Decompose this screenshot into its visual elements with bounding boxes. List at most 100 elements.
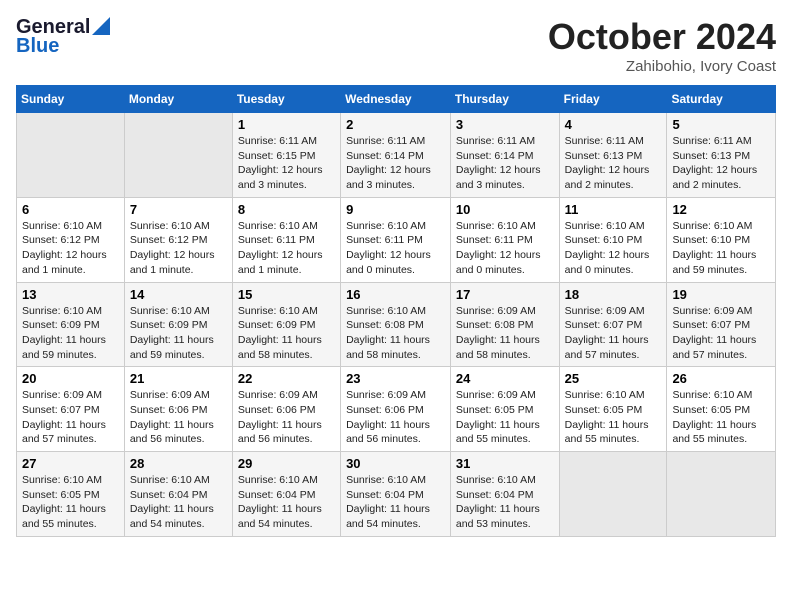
day-number: 27 — [22, 456, 119, 471]
day-number: 5 — [672, 117, 770, 132]
logo-wrapper: General Blue — [16, 16, 110, 58]
cell-content: Sunrise: 6:10 AM Sunset: 6:11 PM Dayligh… — [456, 219, 554, 278]
day-number: 7 — [130, 202, 227, 217]
calendar-cell: 23 Sunrise: 6:09 AM Sunset: 6:06 PM Dayli… — [341, 367, 451, 452]
week-row-2: 6Sunrise: 6:10 AM Sunset: 6:12 PM Daylig… — [17, 197, 776, 282]
location-title: Zahibohio, Ivory Coast — [548, 58, 776, 75]
calendar-cell: 15 Sunrise: 6:10 AM Sunset: 6:09 PM Dayli… — [232, 282, 340, 367]
day-number: 10 — [456, 202, 554, 217]
calendar-cell: 28 Sunrise: 6:10 AM Sunset: 6:04 PM Dayli… — [124, 452, 232, 537]
calendar-body: 1 Sunrise: 6:11 AM Sunset: 6:15 PM Daylig… — [17, 113, 776, 537]
calendar-cell: 6Sunrise: 6:10 AM Sunset: 6:12 PM Daylig… — [17, 197, 125, 282]
calendar-cell: 7Sunrise: 6:10 AM Sunset: 6:12 PM Daylig… — [124, 197, 232, 282]
cell-content: Sunrise: 6:10 AM Sunset: 6:11 PM Dayligh… — [346, 219, 445, 278]
cell-content: Sunrise: 6:09 AM Sunset: 6:07 PM Dayligh… — [672, 304, 770, 363]
day-number: 1 — [238, 117, 335, 132]
cell-content: Sunrise: 6:10 AM Sunset: 6:04 PM Dayligh… — [346, 473, 445, 532]
calendar-cell: 24Sunrise: 6:09 AM Sunset: 6:05 PM Dayli… — [450, 367, 559, 452]
month-title: October 2024 — [548, 16, 776, 58]
weekday-header-monday: Monday — [124, 86, 232, 113]
calendar-cell: 1 Sunrise: 6:11 AM Sunset: 6:15 PM Daylig… — [232, 113, 340, 198]
calendar-cell: 14Sunrise: 6:10 AM Sunset: 6:09 PM Dayli… — [124, 282, 232, 367]
calendar-cell: 20Sunrise: 6:09 AM Sunset: 6:07 PM Dayli… — [17, 367, 125, 452]
day-number: 21 — [130, 371, 227, 386]
cell-content: Sunrise: 6:10 AM Sunset: 6:12 PM Dayligh… — [22, 219, 119, 278]
calendar-cell: 29 Sunrise: 6:10 AM Sunset: 6:04 PM Dayli… — [232, 452, 340, 537]
day-number: 12 — [672, 202, 770, 217]
cell-content: Sunrise: 6:09 AM Sunset: 6:07 PM Dayligh… — [565, 304, 662, 363]
calendar-cell: 12 Sunrise: 6:10 AM Sunset: 6:10 PM Dayli… — [667, 197, 776, 282]
cell-content: Sunrise: 6:10 AM Sunset: 6:04 PM Dayligh… — [238, 473, 335, 532]
calendar-cell: 5 Sunrise: 6:11 AM Sunset: 6:13 PM Daylig… — [667, 113, 776, 198]
weekday-header-wednesday: Wednesday — [341, 86, 451, 113]
day-number: 13 — [22, 287, 119, 302]
cell-content: Sunrise: 6:09 AM Sunset: 6:06 PM Dayligh… — [346, 388, 445, 447]
calendar-cell: 13 Sunrise: 6:10 AM Sunset: 6:09 PM Dayli… — [17, 282, 125, 367]
calendar-cell: 25 Sunrise: 6:10 AM Sunset: 6:05 PM Dayli… — [559, 367, 667, 452]
week-row-1: 1 Sunrise: 6:11 AM Sunset: 6:15 PM Daylig… — [17, 113, 776, 198]
cell-content: Sunrise: 6:11 AM Sunset: 6:15 PM Dayligh… — [238, 134, 335, 193]
cell-content: Sunrise: 6:10 AM Sunset: 6:05 PM Dayligh… — [565, 388, 662, 447]
title-area: October 2024 Zahibohio, Ivory Coast — [548, 16, 776, 75]
day-number: 4 — [565, 117, 662, 132]
calendar-cell: 3Sunrise: 6:11 AM Sunset: 6:14 PM Daylig… — [450, 113, 559, 198]
day-number: 24 — [456, 371, 554, 386]
day-number: 9 — [346, 202, 445, 217]
header: General Blue October 2024 Zahibohio, Ivo… — [16, 16, 776, 75]
weekday-header-thursday: Thursday — [450, 86, 559, 113]
cell-content: Sunrise: 6:11 AM Sunset: 6:14 PM Dayligh… — [456, 134, 554, 193]
weekday-header-friday: Friday — [559, 86, 667, 113]
calendar-cell: 4 Sunrise: 6:11 AM Sunset: 6:13 PM Daylig… — [559, 113, 667, 198]
day-number: 23 — [346, 371, 445, 386]
weekday-header-saturday: Saturday — [667, 86, 776, 113]
logo-triangle-icon — [92, 17, 110, 35]
calendar-cell: 11Sunrise: 6:10 AM Sunset: 6:10 PM Dayli… — [559, 197, 667, 282]
calendar-cell: 9 Sunrise: 6:10 AM Sunset: 6:11 PM Daylig… — [341, 197, 451, 282]
calendar-cell: 31 Sunrise: 6:10 AM Sunset: 6:04 PM Dayli… — [450, 452, 559, 537]
day-number: 30 — [346, 456, 445, 471]
calendar-cell — [559, 452, 667, 537]
day-number: 15 — [238, 287, 335, 302]
cell-content: Sunrise: 6:10 AM Sunset: 6:09 PM Dayligh… — [22, 304, 119, 363]
cell-content: Sunrise: 6:10 AM Sunset: 6:04 PM Dayligh… — [130, 473, 227, 532]
cell-content: Sunrise: 6:10 AM Sunset: 6:05 PM Dayligh… — [22, 473, 119, 532]
day-number: 22 — [238, 371, 335, 386]
cell-content: Sunrise: 6:10 AM Sunset: 6:08 PM Dayligh… — [346, 304, 445, 363]
day-number: 26 — [672, 371, 770, 386]
day-number: 2 — [346, 117, 445, 132]
day-number: 17 — [456, 287, 554, 302]
calendar-cell: 27 Sunrise: 6:10 AM Sunset: 6:05 PM Dayli… — [17, 452, 125, 537]
calendar-cell: 22Sunrise: 6:09 AM Sunset: 6:06 PM Dayli… — [232, 367, 340, 452]
cell-content: Sunrise: 6:10 AM Sunset: 6:09 PM Dayligh… — [238, 304, 335, 363]
day-number: 20 — [22, 371, 119, 386]
day-number: 11 — [565, 202, 662, 217]
cell-content: Sunrise: 6:11 AM Sunset: 6:13 PM Dayligh… — [565, 134, 662, 193]
week-row-3: 13 Sunrise: 6:10 AM Sunset: 6:09 PM Dayli… — [17, 282, 776, 367]
cell-content: Sunrise: 6:10 AM Sunset: 6:04 PM Dayligh… — [456, 473, 554, 532]
day-number: 25 — [565, 371, 662, 386]
calendar-cell — [17, 113, 125, 198]
day-number: 31 — [456, 456, 554, 471]
weekday-header-tuesday: Tuesday — [232, 86, 340, 113]
cell-content: Sunrise: 6:09 AM Sunset: 6:06 PM Dayligh… — [130, 388, 227, 447]
logo-area: General Blue — [16, 16, 110, 58]
cell-content: Sunrise: 6:10 AM Sunset: 6:10 PM Dayligh… — [672, 219, 770, 278]
week-row-5: 27 Sunrise: 6:10 AM Sunset: 6:05 PM Dayli… — [17, 452, 776, 537]
day-number: 29 — [238, 456, 335, 471]
calendar-cell: 8Sunrise: 6:10 AM Sunset: 6:11 PM Daylig… — [232, 197, 340, 282]
day-number: 28 — [130, 456, 227, 471]
calendar-cell: 21 Sunrise: 6:09 AM Sunset: 6:06 PM Dayli… — [124, 367, 232, 452]
day-number: 19 — [672, 287, 770, 302]
day-number: 14 — [130, 287, 227, 302]
day-number: 18 — [565, 287, 662, 302]
cell-content: Sunrise: 6:09 AM Sunset: 6:08 PM Dayligh… — [456, 304, 554, 363]
cell-content: Sunrise: 6:11 AM Sunset: 6:14 PM Dayligh… — [346, 134, 445, 193]
weekday-header-sunday: Sunday — [17, 86, 125, 113]
weekday-header-row: SundayMondayTuesdayWednesdayThursdayFrid… — [17, 86, 776, 113]
calendar-cell — [124, 113, 232, 198]
calendar-table: SundayMondayTuesdayWednesdayThursdayFrid… — [16, 85, 776, 537]
cell-content: Sunrise: 6:11 AM Sunset: 6:13 PM Dayligh… — [672, 134, 770, 193]
calendar-cell: 17 Sunrise: 6:09 AM Sunset: 6:08 PM Dayli… — [450, 282, 559, 367]
calendar-cell: 26Sunrise: 6:10 AM Sunset: 6:05 PM Dayli… — [667, 367, 776, 452]
cell-content: Sunrise: 6:10 AM Sunset: 6:11 PM Dayligh… — [238, 219, 335, 278]
